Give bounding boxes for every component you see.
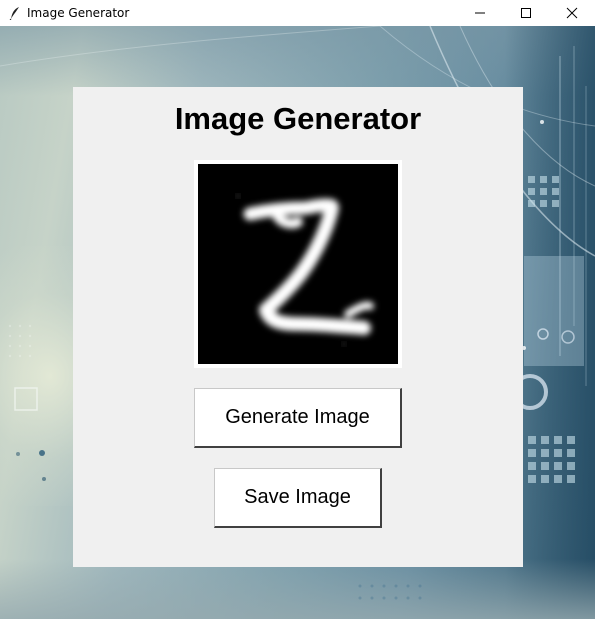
minimize-icon [475,12,485,14]
generate-image-button[interactable]: Generate Image [194,388,402,448]
window-title: Image Generator [27,6,130,20]
app-window: Image Generator Image Generator Generate… [0,0,595,619]
maximize-icon [521,8,531,18]
close-icon [566,7,578,19]
page-title: Image Generator [174,101,422,136]
feather-icon [8,6,22,20]
generated-digit-image [198,164,398,364]
title-bar[interactable]: Image Generator [0,0,595,26]
main-panel: Image Generator Generate Image Save Imag… [73,87,523,567]
window-controls [457,0,595,26]
generated-image-frame [194,160,402,368]
maximize-button[interactable] [503,0,549,26]
save-image-button[interactable]: Save Image [214,468,382,528]
minimize-button[interactable] [457,0,503,26]
close-button[interactable] [549,0,595,26]
